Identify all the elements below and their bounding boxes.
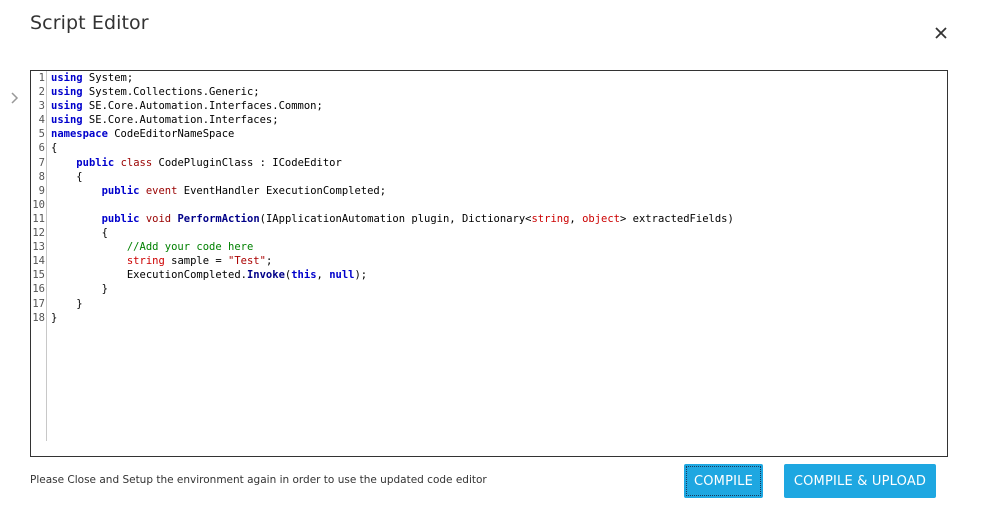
code-token: PerformAction [177,212,260,225]
code-token: Invoke [246,269,285,282]
code-token: namespace [51,128,108,141]
code-token: public [76,156,115,169]
code-token: EventHandler ExecutionCompleted; [177,184,387,197]
code-token: class [120,156,153,169]
line-number: 1 [38,72,45,84]
code-token: void [145,212,172,225]
code-line[interactable]: 12 { [31,226,734,240]
code-token: CodeEditorNameSpace [107,128,235,141]
code-token: ExecutionCompleted. [51,269,247,282]
line-number: 3 [38,100,45,113]
code-line[interactable]: 13 //Add your code here [31,240,734,254]
compile-upload-button[interactable]: COMPILE & UPLOAD [784,464,936,498]
code-token: { [51,170,83,183]
environment-note: Please Close and Setup the environment a… [30,474,487,486]
line-number: 11 [32,212,45,225]
code-token: (IApplicationAutomation plugin, Dictiona… [259,212,532,225]
line-number: 5 [38,128,45,141]
code-line[interactable]: 11 public void PerformAction(IApplicatio… [31,212,734,226]
code-token: this [291,269,317,282]
code-line[interactable]: 15 ExecutionCompleted.Invoke(this, null)… [31,268,734,282]
chevron-right-icon[interactable] [8,90,22,106]
line-number: 10 [32,198,45,211]
code-token: "Test" [228,255,266,268]
line-number: 15 [32,269,45,282]
line-number: 2 [38,86,45,99]
code-line[interactable]: 9 public event EventHandler ExecutionCom… [31,184,734,198]
code-line[interactable]: 2 using System.Collections.Generic; [31,85,734,99]
code-line[interactable]: 17 } [31,297,734,311]
code-token: ; [265,255,273,268]
code-token: sample = [164,255,229,268]
dialog-title: Script Editor [30,12,149,34]
code-token: string [531,212,570,225]
code-token: using [51,114,83,127]
code-token: public [101,184,140,197]
code-line[interactable]: 5 namespace CodeEditorNameSpace [31,127,734,141]
code-token: string [126,255,165,268]
code-line[interactable]: 10 [31,198,734,212]
code-line[interactable]: 18} [31,311,734,325]
line-number: 13 [32,241,45,254]
code-token: } [51,283,108,296]
code-token: null [329,269,355,282]
code-token: , [316,269,330,282]
code-line[interactable]: 6{ [31,141,734,155]
code-token: using [51,72,83,84]
compile-button[interactable]: COMPILE [684,464,763,498]
script-editor-dialog: Script Editor 1 using System; 2 using Syste… [0,0,995,521]
code-token: //Add your code here [126,241,254,254]
line-number: 7 [38,156,45,169]
code-token: event [145,184,178,197]
line-number: 18 [32,311,45,324]
code-token: , [569,212,583,225]
code-token: SE.Core.Automation.Interfaces; [82,114,279,127]
line-number: 8 [38,170,45,183]
code-token: ); [354,269,368,282]
code-line[interactable]: 16 } [31,282,734,296]
code-line[interactable]: 3 using SE.Core.Automation.Interfaces.Com… [31,99,734,113]
code-token: > extractedFields) [620,212,734,225]
code-token: { [51,227,108,240]
line-number: 9 [38,184,45,197]
close-icon[interactable] [930,22,952,44]
code-line[interactable]: 4 using SE.Core.Automation.Interfaces; [31,113,734,127]
code-token: public [101,212,140,225]
code-line[interactable]: 14 string sample = "Test"; [31,254,734,268]
line-number: 17 [32,297,45,310]
code-line[interactable]: 8 { [31,170,734,184]
line-number: 14 [32,255,45,268]
code-editor[interactable]: 1 using System; 2 using System.Collections.… [30,70,948,457]
code-token: System; [82,72,134,84]
code-token: { [51,142,58,155]
line-number: 6 [38,142,45,155]
code-token: System.Collections.Generic; [82,86,260,99]
code-token: object [582,212,621,225]
code-line[interactable]: 1 using System; [31,71,734,85]
line-number: 4 [38,114,45,127]
code-token: CodePluginClass : ICodeEditor [152,156,342,169]
code-token: } [51,297,83,310]
code-content[interactable]: 1 using System; 2 using System.Collections.… [31,71,734,325]
code-line[interactable]: 7 public class CodePluginClass : ICodeEd… [31,156,734,170]
code-token: using [51,86,83,99]
code-token: } [51,311,58,324]
line-number: 16 [32,283,45,296]
line-number: 12 [32,227,45,240]
code-token: using [51,100,83,113]
code-token: SE.Core.Automation.Interfaces.Common; [82,100,323,113]
